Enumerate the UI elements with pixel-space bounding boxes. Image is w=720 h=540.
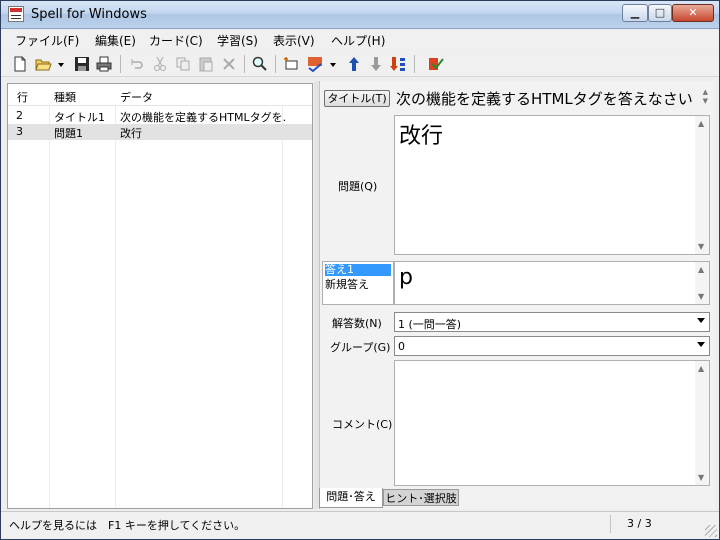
- row-data: 改行: [120, 127, 142, 140]
- move-down-icon[interactable]: [367, 55, 385, 73]
- dropdown-arrow-icon[interactable]: [328, 55, 338, 73]
- tab-question-answer[interactable]: 問題･答え: [319, 488, 383, 508]
- cut-icon[interactable]: [151, 55, 169, 73]
- print-icon[interactable]: [95, 55, 113, 73]
- answer-field[interactable]: p ▲ ▼: [394, 261, 710, 305]
- row-data: 次の機能を定義するHTMLタグを...: [120, 111, 285, 124]
- menu-edit[interactable]: 編集(E): [95, 32, 136, 49]
- minimize-button[interactable]: ▁: [622, 4, 648, 22]
- title-field[interactable]: 次の機能を定義するHTMLタグを答えなさい ▲ ▼: [394, 87, 710, 109]
- row-number: 3: [16, 125, 23, 138]
- answer-count-value: 1 (一問一答): [398, 318, 462, 331]
- row-type: タイトル1: [54, 111, 105, 124]
- list-header: 行 種類 データ: [8, 84, 312, 106]
- group-label: グループ(G): [330, 341, 391, 354]
- copy-icon[interactable]: [174, 55, 192, 73]
- menu-file[interactable]: ファイル(F): [15, 32, 79, 49]
- title-button[interactable]: タイトル(T): [324, 90, 390, 107]
- move-up-icon[interactable]: [345, 55, 363, 73]
- undo-icon[interactable]: [127, 55, 145, 73]
- list-item[interactable]: 2 タイトル1 次の機能を定義するHTMLタグを...: [8, 108, 312, 124]
- question-scrollbar[interactable]: ▲ ▼: [695, 116, 709, 254]
- paste-icon[interactable]: [197, 55, 215, 73]
- app-window: Spell for Windows ▁ □ ✕ ファイル(F) 編集(E) カー…: [0, 0, 720, 540]
- close-button[interactable]: ✕: [672, 4, 714, 22]
- status-divider: [610, 515, 611, 533]
- answer-count-label: 解答数(N): [332, 317, 382, 330]
- editor-tabs: 問題･答え ヒント･選択肢: [319, 488, 715, 508]
- group-select[interactable]: 0: [394, 336, 710, 356]
- record-count: 3 / 3: [627, 517, 652, 530]
- menu-study[interactable]: 学習(S): [217, 32, 258, 49]
- answer-scrollbar[interactable]: ▲ ▼: [695, 262, 709, 304]
- menu-help[interactable]: ヘルプ(H): [331, 32, 385, 49]
- question-field[interactable]: 改行 ▲ ▼: [394, 115, 710, 255]
- question-text: 改行: [399, 124, 444, 149]
- row-number: 2: [16, 109, 23, 122]
- answer-item-selected[interactable]: 答え1: [325, 264, 391, 276]
- sort-icon[interactable]: [389, 55, 407, 73]
- spell-check-icon[interactable]: [306, 55, 324, 73]
- menu-bar: ファイル(F) 編集(E) カード(C) 学習(S) 表示(V) ヘルプ(H): [1, 30, 719, 50]
- toolbar-separator: [414, 55, 415, 73]
- question-label: 問題(Q): [338, 180, 378, 193]
- save-icon[interactable]: [73, 55, 91, 73]
- group-value: 0: [398, 340, 405, 353]
- answer-list[interactable]: 答え1 新規答え: [322, 261, 394, 305]
- new-file-icon[interactable]: [11, 55, 29, 73]
- new-card-icon[interactable]: [282, 55, 300, 73]
- title-bar: Spell for Windows ▁ □ ✕: [1, 1, 719, 29]
- chevron-down-icon: [697, 318, 705, 323]
- title-spin-icon[interactable]: ▲ ▼: [703, 88, 708, 106]
- comment-scrollbar[interactable]: ▲ ▼: [695, 361, 709, 485]
- toolbar-separator: [120, 55, 121, 73]
- delete-icon[interactable]: [220, 55, 238, 73]
- answer-text: p: [399, 265, 413, 290]
- grid-line: [282, 106, 283, 508]
- grid-line: [115, 106, 116, 508]
- answer-item[interactable]: 新規答え: [325, 276, 369, 292]
- menu-view[interactable]: 表示(V): [273, 32, 315, 49]
- column-header-row[interactable]: 行: [17, 89, 28, 105]
- title-text: 次の機能を定義するHTMLタグを答えなさい: [396, 90, 693, 108]
- maximize-button[interactable]: □: [648, 4, 672, 22]
- card-list[interactable]: 行 種類 データ 2 タイトル1 次の機能を定義するHTMLタグを... 3 問…: [7, 83, 313, 509]
- open-folder-icon[interactable]: [34, 55, 52, 73]
- comment-field[interactable]: ▲ ▼: [394, 360, 710, 486]
- find-icon[interactable]: [251, 55, 269, 73]
- toolbar-separator: [275, 55, 276, 73]
- tab-hint-choices[interactable]: ヒント･選択肢: [383, 489, 459, 506]
- list-item-selected[interactable]: 3 問題1 改行: [8, 124, 312, 140]
- window-title: Spell for Windows: [31, 7, 147, 22]
- row-type: 問題1: [54, 127, 83, 140]
- toolbar-separator: [244, 55, 245, 73]
- exit-icon[interactable]: [426, 55, 444, 73]
- card-editor: タイトル(T) 次の機能を定義するHTMLタグを答えなさい ▲ ▼ 問題(Q) 改…: [319, 81, 715, 509]
- answer-count-select[interactable]: 1 (一問一答): [394, 312, 710, 332]
- dropdown-arrow-icon[interactable]: [56, 55, 66, 73]
- comment-label: コメント(C): [332, 418, 393, 431]
- column-header-type[interactable]: 種類: [54, 89, 76, 105]
- status-help-text: ヘルプを見るには F1 キーを押してください。: [9, 519, 246, 532]
- status-bar: ヘルプを見るには F1 キーを押してください。 3 / 3: [1, 511, 719, 539]
- resize-grip-icon[interactable]: [705, 525, 717, 537]
- toolbar: [1, 51, 719, 77]
- app-icon: [8, 6, 24, 22]
- column-header-data[interactable]: データ: [120, 89, 153, 105]
- menu-card[interactable]: カード(C): [149, 32, 203, 49]
- grid-line: [49, 106, 50, 508]
- chevron-down-icon: [697, 342, 705, 347]
